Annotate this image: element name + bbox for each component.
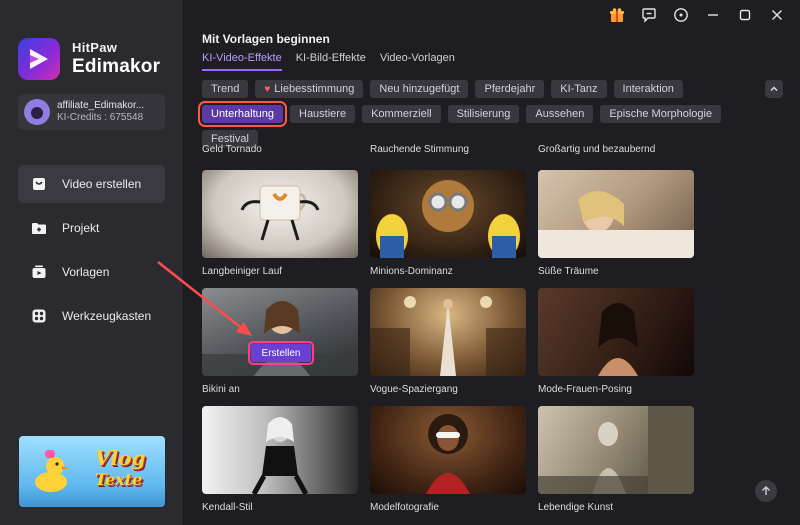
template-caption: Vogue-Spaziergang — [370, 384, 458, 395]
sidebar-item-label: Werkzeugkasten — [62, 309, 152, 323]
sidebar-item-toolbox[interactable]: Werkzeugkasten — [18, 297, 165, 335]
chip-ai-dance[interactable]: KI-Tanz — [551, 80, 607, 98]
edimakor-logo-icon — [18, 38, 60, 80]
brand-name-line2: Edimakor — [72, 55, 161, 77]
sidebar-item-project[interactable]: Projekt — [18, 209, 165, 247]
chip-entertainment[interactable]: Unterhaltung — [198, 101, 287, 127]
chip-trend[interactable]: Trend — [202, 80, 249, 98]
sidebar-item-video-create[interactable]: Video erstellen — [18, 165, 165, 203]
template-thumbnail[interactable] — [370, 288, 526, 376]
chip-appearance[interactable]: Aussehen — [526, 105, 594, 123]
rubber-duck-icon — [35, 450, 69, 492]
chip-love-mood[interactable]: Liebesstimmung — [255, 80, 364, 98]
chevron-up-icon — [770, 86, 778, 91]
sidebar-nav: Video erstellen Projekt Vorlagen Werkzeu… — [18, 165, 165, 341]
category-tabs: KI-Video-Effekte KI-Bild-Effekte Video-V… — [202, 52, 455, 71]
sidebar-item-label: Video erstellen — [62, 177, 142, 191]
promo-subtitle: Texte — [95, 470, 143, 489]
sidebar-item-templates[interactable]: Vorlagen — [18, 253, 165, 291]
template-caption: Kendall-Stil — [202, 502, 253, 513]
template-thumbnail[interactable] — [538, 170, 694, 258]
promo-title: Vlog — [95, 446, 146, 470]
app-logo: HitPaw Edimakor — [18, 38, 160, 80]
template-caption: Süße Träume — [538, 266, 599, 277]
chip-epic-morphology[interactable]: Epische Morphologie — [600, 105, 722, 123]
folder-icon — [31, 220, 47, 236]
template-grid: Geld Tornado Rauchende Stimmung Großarti… — [202, 132, 702, 525]
template-thumbnail[interactable] — [538, 288, 694, 376]
promo-banner[interactable]: Vlog Texte — [19, 436, 165, 507]
template-thumbnail[interactable] — [538, 406, 694, 494]
template-thumbnail[interactable] — [202, 406, 358, 494]
list-item[interactable]: Erstellen Bikini an — [202, 288, 358, 395]
template-caption: Mode-Frauen-Posing — [538, 384, 632, 395]
template-thumbnail[interactable] — [370, 170, 526, 258]
template-caption: Lebendige Kunst — [538, 502, 614, 513]
create-button[interactable]: Erstellen — [248, 341, 314, 365]
chip-new[interactable]: Neu hinzugefügt — [370, 80, 469, 98]
chip-commercial[interactable]: Kommerziell — [362, 105, 441, 123]
template-thumbnail[interactable] — [202, 170, 358, 258]
sidebar-item-label: Vorlagen — [62, 265, 110, 279]
template-caption: Langbeiniger Lauf — [202, 266, 283, 277]
template-caption: Rauchende Stimmung — [370, 144, 469, 155]
list-item[interactable]: Vogue-Spaziergang — [370, 288, 526, 395]
page-title: Mit Vorlagen beginnen — [202, 32, 330, 46]
video-create-icon — [31, 176, 47, 192]
list-item[interactable]: Mode-Frauen-Posing — [538, 288, 694, 395]
chip-pets[interactable]: Haustiere — [290, 105, 356, 123]
list-item[interactable]: Süße Träume — [538, 170, 694, 277]
list-item[interactable]: Rauchende Stimmung — [370, 132, 526, 155]
list-item[interactable]: Geld Tornado — [202, 132, 358, 155]
collapse-chips-button[interactable] — [765, 80, 783, 98]
sidebar-item-label: Projekt — [62, 221, 100, 235]
user-name: affiliate_Edimakor... — [57, 99, 145, 111]
tab-ai-image-effects[interactable]: KI-Bild-Effekte — [296, 52, 366, 71]
tab-video-templates[interactable]: Video-Vorlagen — [380, 52, 455, 71]
sidebar: HitPaw Edimakor affiliate_Edimakor... KI… — [0, 0, 184, 525]
toolbox-icon — [31, 308, 47, 324]
template-caption: Bikini an — [202, 384, 240, 395]
list-item[interactable]: Kendall-Stil — [202, 406, 358, 513]
template-caption: Modelfotografie — [370, 502, 439, 513]
list-item[interactable]: Großartig und bezaubernd — [538, 132, 694, 155]
avatar — [24, 99, 50, 125]
template-thumbnail[interactable]: Erstellen — [202, 288, 358, 376]
template-thumbnail[interactable] — [370, 406, 526, 494]
template-caption: Großartig und bezaubernd — [538, 144, 656, 155]
tab-ai-video-effects[interactable]: KI-Video-Effekte — [202, 52, 282, 71]
list-item[interactable]: Modelfotografie — [370, 406, 526, 513]
arrow-up-icon — [762, 486, 770, 495]
list-item[interactable]: Lebendige Kunst — [538, 406, 694, 513]
template-caption: Geld Tornado — [202, 144, 262, 155]
chip-interaction[interactable]: Interaktion — [613, 80, 683, 98]
ai-credits: KI-Credits : 675548 — [57, 112, 144, 123]
template-caption: Minions-Dominanz — [370, 266, 453, 277]
list-item[interactable]: Langbeiniger Lauf — [202, 170, 358, 277]
chip-horse-year[interactable]: Pferdejahr — [475, 80, 545, 98]
list-item[interactable]: Minions-Dominanz — [370, 170, 526, 277]
template-icon — [31, 264, 47, 280]
scroll-to-top-button[interactable] — [755, 480, 777, 502]
brand-name-line1: HitPaw — [72, 39, 118, 55]
main-content: Mit Vorlagen beginnen KI-Video-Effekte K… — [184, 0, 800, 525]
user-account-card[interactable]: affiliate_Edimakor... KI-Credits : 67554… — [18, 94, 165, 130]
chip-stylization[interactable]: Stilisierung — [447, 105, 520, 123]
